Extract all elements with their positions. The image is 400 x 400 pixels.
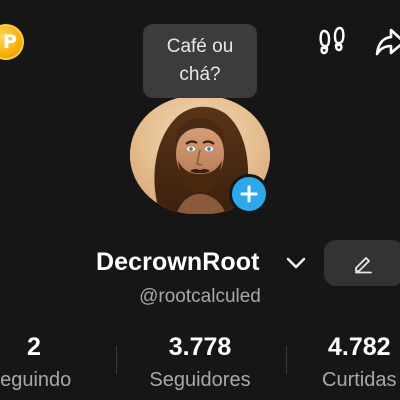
stat-following[interactable]: 2 Seguindo bbox=[0, 332, 74, 394]
edit-profile-button[interactable] bbox=[324, 240, 400, 286]
likes-label: Curtidas bbox=[322, 369, 397, 391]
followers-count: 3.778 bbox=[168, 333, 232, 361]
stat-likes[interactable]: 4.782 Curtidas bbox=[322, 332, 400, 394]
chevron-down-icon[interactable] bbox=[284, 253, 308, 273]
stat-divider bbox=[286, 346, 287, 374]
share-icon[interactable] bbox=[370, 22, 400, 62]
add-story-button[interactable] bbox=[229, 174, 269, 214]
followers-label: Seguidores bbox=[149, 369, 251, 391]
footprints-icon[interactable] bbox=[313, 22, 353, 62]
profile-username[interactable]: DecrownRoot bbox=[96, 248, 260, 277]
status-note-bubble[interactable]: Café ou chá? bbox=[143, 24, 257, 98]
stat-followers[interactable]: 3.778 Seguidores bbox=[140, 332, 260, 394]
stat-divider bbox=[116, 346, 117, 374]
plus-icon bbox=[240, 185, 258, 203]
pencil-icon bbox=[355, 257, 372, 274]
following-label: Seguindo bbox=[0, 369, 72, 391]
profile-handle: @rootcalculed bbox=[139, 286, 261, 307]
coin-letter: P bbox=[3, 31, 17, 53]
likes-count: 4.782 bbox=[328, 333, 391, 361]
following-count: 2 bbox=[27, 333, 41, 361]
coin-icon[interactable]: P bbox=[0, 24, 24, 60]
